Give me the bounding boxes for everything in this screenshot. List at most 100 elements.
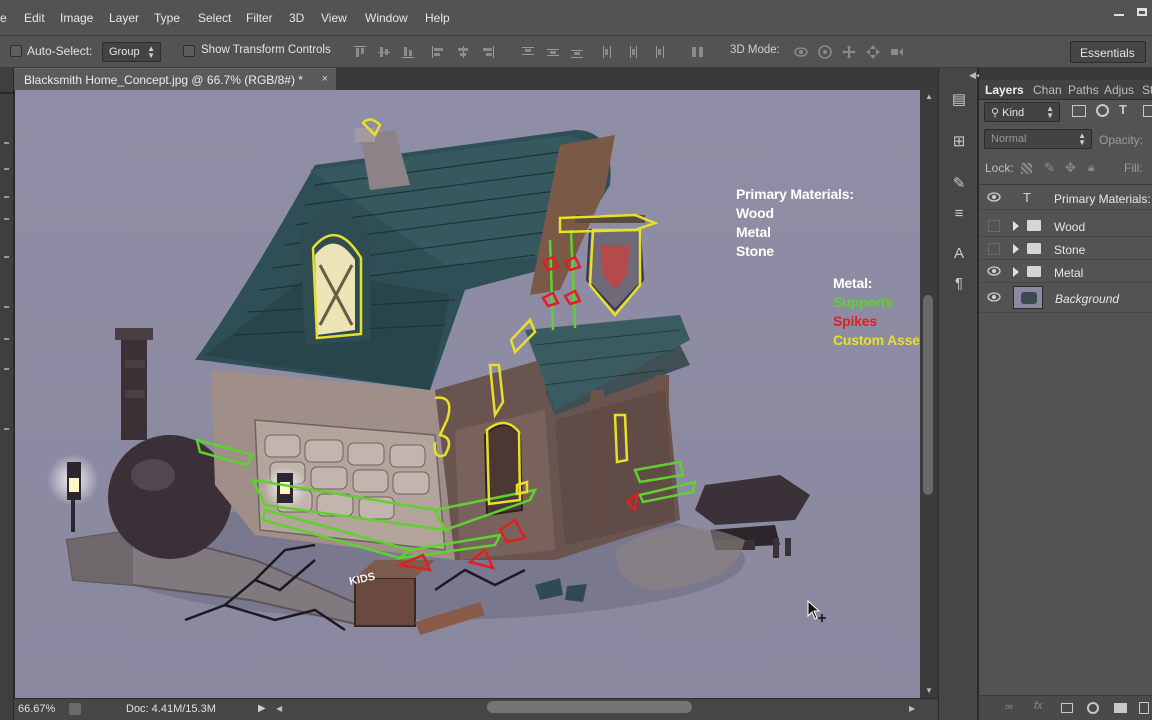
properties-icon[interactable]: ⊞ — [949, 132, 969, 152]
layer-row-text[interactable]: T Primary Materials: W — [979, 186, 1152, 210]
scroll-left-icon[interactable]: ◀ — [276, 704, 282, 713]
new-group-icon[interactable] — [1114, 703, 1127, 713]
zoom-level[interactable]: 66.67% — [18, 703, 55, 715]
document-title: Blacksmith Home_Concept.jpg @ 66.7% (RGB… — [24, 73, 303, 87]
document-canvas[interactable]: KIDS Primary Materials: Wood Metal Stone… — [15, 90, 920, 698]
scroll-right-icon[interactable]: ▶ — [909, 704, 915, 713]
layer-name: Background — [1055, 292, 1120, 306]
3d-rotate-icon[interactable] — [793, 44, 809, 60]
blend-mode-dropdown[interactable]: Normal ▲ ▼ — [984, 129, 1092, 149]
layer-row-wood[interactable]: Wood — [979, 214, 1152, 237]
menu-select[interactable]: Select — [198, 11, 231, 25]
visibility-off-box[interactable] — [988, 243, 1000, 255]
status-bar: 66.67% Doc: 4.41M/15.3M ▶ ◀ ▶ — [14, 698, 938, 720]
brush-icon[interactable]: ✎ — [949, 174, 969, 194]
character-icon[interactable]: A — [949, 244, 969, 264]
filter-type-icon[interactable]: T — [1119, 102, 1127, 117]
history-icon[interactable]: ▤ — [949, 90, 969, 110]
fill-label: Fill: — [1124, 161, 1143, 175]
filter-adjustment-icon[interactable] — [1096, 104, 1109, 117]
tool-tick — [4, 168, 9, 170]
layer-filter-kind[interactable]: ⚲ Kind ▲ ▼ — [984, 102, 1060, 122]
mask-icon[interactable] — [1061, 703, 1073, 713]
expand-arrow-icon[interactable] — [1013, 267, 1019, 277]
distribute-left-icon[interactable] — [600, 44, 616, 60]
auto-align-icon[interactable] — [690, 44, 706, 60]
3d-slide-icon[interactable] — [865, 44, 881, 60]
document-tab[interactable]: Blacksmith Home_Concept.jpg @ 66.7% (RGB… — [14, 68, 336, 90]
lock-move-icon[interactable]: ✥ — [1065, 160, 1076, 176]
3d-scale-icon[interactable] — [889, 44, 905, 60]
distribute-hcenter-icon[interactable] — [625, 44, 641, 60]
menu-image[interactable]: Image — [60, 11, 93, 25]
layer-name: Primary Materials: W — [1054, 192, 1152, 206]
expand-arrow-icon[interactable] — [1013, 244, 1019, 254]
tab-layers[interactable]: Layers — [985, 83, 1024, 97]
minimize-icon[interactable] — [1110, 6, 1128, 20]
expand-arrow-icon[interactable] — [1013, 221, 1019, 231]
menu-help[interactable]: Help — [425, 11, 450, 25]
menu-bar: e Edit Image Layer Type Select Filter 3D… — [0, 0, 1152, 36]
layer-row-background[interactable]: Background — [979, 283, 1152, 313]
layer-name: Wood — [1054, 220, 1086, 234]
auto-select-dropdown[interactable]: Group ▲ ▼ — [102, 42, 161, 62]
menu-type[interactable]: Type — [154, 11, 180, 25]
distribute-top-icon[interactable] — [520, 44, 536, 60]
filter-shape-icon[interactable] — [1143, 105, 1152, 117]
distribute-right-icon[interactable] — [650, 44, 666, 60]
layer-row-metal[interactable]: Metal — [979, 260, 1152, 283]
menu-view[interactable]: View — [321, 11, 347, 25]
fx-icon[interactable]: fx — [1034, 700, 1043, 712]
layer-thumbnail — [1013, 286, 1043, 309]
3d-roll-icon[interactable] — [817, 44, 833, 60]
auto-select-checkbox[interactable] — [10, 45, 22, 57]
menu-file[interactable]: e — [0, 11, 7, 25]
adjustment-layer-icon[interactable] — [1087, 702, 1099, 714]
menu-window[interactable]: Window — [365, 11, 408, 25]
workspace-switcher[interactable]: Essentials — [1070, 41, 1146, 63]
tab-channels[interactable]: Chan — [1033, 83, 1062, 97]
menu-edit[interactable]: Edit — [24, 11, 45, 25]
show-transform-label: Show Transform Controls — [201, 44, 331, 56]
3d-pan-icon[interactable] — [841, 44, 857, 60]
visibility-off-box[interactable] — [988, 220, 1000, 232]
layer-row-stone[interactable]: Stone — [979, 237, 1152, 260]
tab-paths[interactable]: Paths — [1068, 83, 1099, 97]
export-icon[interactable] — [69, 703, 81, 715]
visibility-eye-icon[interactable] — [987, 291, 1001, 303]
lock-brush-icon[interactable]: ✎ — [1044, 160, 1055, 176]
horizontal-scroll-thumb[interactable] — [487, 701, 692, 713]
scroll-down-icon[interactable]: ▼ — [925, 686, 933, 695]
tools-panel-edge[interactable] — [0, 68, 14, 720]
show-transform-checkbox[interactable] — [183, 45, 195, 57]
menu-filter[interactable]: Filter — [246, 11, 273, 25]
restore-icon[interactable] — [1134, 6, 1152, 20]
lock-transparent-icon[interactable] — [1021, 163, 1032, 174]
tab-styles[interactable]: St — [1142, 83, 1152, 97]
visibility-eye-icon[interactable] — [987, 191, 1001, 203]
paragraph-icon[interactable]: ¶ — [949, 274, 969, 294]
metal-title: Metal: — [833, 275, 873, 291]
layers-footer: ∞ fx — [979, 695, 1152, 720]
distribute-vcenter-icon[interactable] — [545, 44, 561, 60]
menu-layer[interactable]: Layer — [109, 11, 139, 25]
visibility-eye-icon[interactable] — [987, 265, 1001, 277]
distribute-bottom-icon[interactable] — [569, 44, 585, 60]
align-top-icon[interactable] — [352, 44, 368, 60]
menu-3d[interactable]: 3D — [289, 11, 304, 25]
close-icon[interactable]: × — [322, 73, 328, 85]
scroll-up-icon[interactable]: ▲ — [925, 92, 933, 101]
filter-pixel-icon[interactable] — [1072, 105, 1086, 117]
align-left-icon[interactable] — [430, 44, 446, 60]
align-right-icon[interactable] — [480, 44, 496, 60]
align-vcenter-icon[interactable] — [376, 44, 392, 60]
vertical-scroll-thumb[interactable] — [923, 295, 933, 495]
lock-all-icon[interactable]: 🔒︎ — [1088, 160, 1094, 175]
status-menu-icon[interactable]: ▶ — [258, 703, 266, 714]
new-layer-icon[interactable] — [1139, 702, 1149, 714]
link-icon[interactable]: ∞ — [1005, 701, 1013, 713]
align-bottom-icon[interactable] — [400, 44, 416, 60]
tab-adjustments[interactable]: Adjus — [1104, 83, 1134, 97]
align-hcenter-icon[interactable] — [455, 44, 471, 60]
brush-presets-icon[interactable]: ≡ — [949, 204, 969, 224]
